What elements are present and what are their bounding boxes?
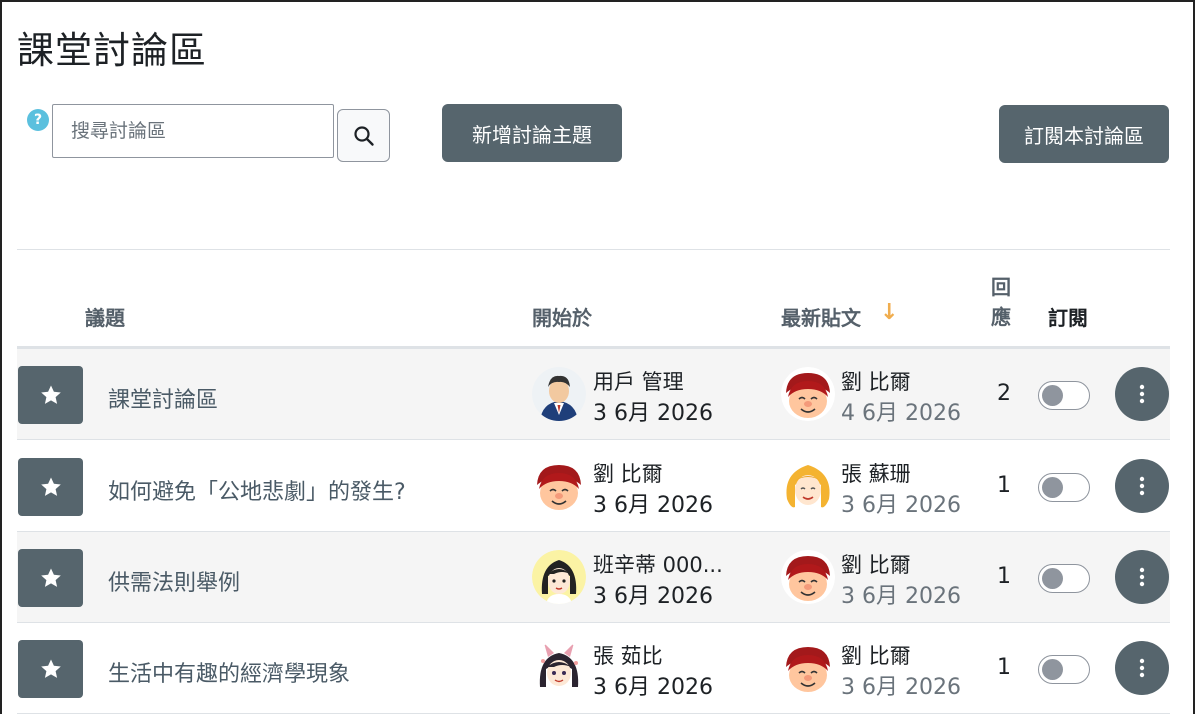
actions-menu-button[interactable] (1115, 550, 1169, 604)
more-vertical-icon (1139, 476, 1145, 496)
avatar[interactable] (781, 641, 835, 695)
favourite-button[interactable] (18, 640, 83, 698)
search-icon (353, 125, 374, 146)
header-started-by[interactable]: 開始於 (532, 302, 592, 331)
table-row: 生活中有趣的經濟學現象 張 茹比 3 6月 2026 劉 比爾 3 6月 202… (17, 623, 1170, 714)
reply-count: 1 (997, 473, 1011, 498)
subscribe-toggle[interactable] (1038, 473, 1090, 502)
started-by-name[interactable]: 用戶 管理 (593, 366, 684, 396)
star-icon (40, 568, 61, 587)
topic-link[interactable]: 供需法則舉例 (108, 565, 240, 597)
toggle-knob (1042, 477, 1063, 498)
help-icon[interactable]: ? (27, 109, 49, 131)
started-date: 3 6月 2026 (593, 401, 713, 426)
table-row: 供需法則舉例 班辛蒂 000... 3 6月 2026 劉 比爾 3 6月 20… (17, 532, 1170, 623)
reply-count: 1 (997, 564, 1011, 589)
topic-link[interactable]: 如何避免「公地悲劇」的發生? (108, 474, 406, 506)
toggle-knob (1042, 568, 1063, 589)
topic-link[interactable]: 課堂討論區 (108, 382, 218, 414)
subscribe-toggle[interactable] (1038, 655, 1090, 684)
avatar[interactable] (532, 459, 586, 513)
latest-post-date[interactable]: 4 6月 2026 (841, 395, 961, 427)
star-icon (40, 385, 61, 404)
reply-count: 1 (997, 655, 1011, 680)
avatar[interactable] (781, 367, 835, 421)
latest-post-date[interactable]: 3 6月 2026 (841, 578, 961, 610)
started-by-name[interactable]: 班辛蒂 000... (593, 549, 723, 579)
header-topic[interactable]: 議題 (85, 302, 125, 331)
latest-post-name[interactable]: 張 蘇珊 (841, 458, 911, 488)
started-date: 3 6月 2026 (593, 493, 713, 518)
toggle-knob (1042, 385, 1063, 406)
started-by-name[interactable]: 劉 比爾 (593, 458, 663, 488)
header-replies[interactable]: 回應 (991, 272, 1017, 332)
star-icon (40, 477, 61, 496)
favourite-button[interactable] (18, 549, 83, 607)
actions-menu-button[interactable] (1115, 641, 1169, 695)
favourite-button[interactable] (18, 458, 83, 516)
avatar[interactable] (781, 459, 835, 513)
page-title: 課堂討論區 (17, 29, 207, 72)
more-vertical-icon (1139, 658, 1145, 678)
more-vertical-icon (1139, 384, 1145, 404)
avatar[interactable] (781, 550, 835, 604)
started-date: 3 6月 2026 (593, 675, 713, 700)
new-topic-button[interactable]: 新增討論主題 (442, 104, 622, 162)
subscribe-toggle[interactable] (1038, 381, 1090, 410)
header-latest-post[interactable]: 最新貼文 (781, 302, 861, 331)
search-button[interactable] (337, 109, 390, 162)
latest-post-date[interactable]: 3 6月 2026 (841, 669, 961, 701)
divider (17, 249, 1170, 250)
latest-post-name[interactable]: 劉 比爾 (841, 640, 911, 670)
started-date: 3 6月 2026 (593, 584, 713, 609)
latest-post-date[interactable]: 3 6月 2026 (841, 487, 961, 519)
started-by-name[interactable]: 張 茹比 (593, 640, 663, 670)
search-input[interactable] (52, 104, 334, 158)
latest-post-name[interactable]: 劉 比爾 (841, 549, 911, 579)
actions-menu-button[interactable] (1115, 459, 1169, 513)
topic-link[interactable]: 生活中有趣的經濟學現象 (108, 656, 350, 688)
avatar[interactable] (532, 367, 586, 421)
more-vertical-icon (1139, 567, 1145, 587)
sort-arrow-icon: ↓ (880, 300, 899, 325)
subscribe-toggle[interactable] (1038, 564, 1090, 593)
reply-count: 2 (997, 381, 1011, 406)
actions-menu-button[interactable] (1115, 367, 1169, 421)
avatar[interactable] (532, 641, 586, 695)
avatar[interactable] (532, 550, 586, 604)
latest-post-name[interactable]: 劉 比爾 (841, 366, 911, 396)
header-subscribe: 訂閱 (1048, 306, 1088, 330)
toggle-knob (1042, 659, 1063, 680)
table-row: 如何避免「公地悲劇」的發生? 劉 比爾 3 6月 2026 張 蘇珊 3 6月 … (17, 441, 1170, 532)
star-icon (40, 659, 61, 678)
favourite-button[interactable] (18, 366, 83, 424)
subscribe-forum-button[interactable]: 訂閱本討論區 (999, 105, 1169, 163)
table-row: 課堂討論區 用戶 管理 3 6月 2026 劉 比爾 4 6月 2026 2 (17, 349, 1170, 440)
